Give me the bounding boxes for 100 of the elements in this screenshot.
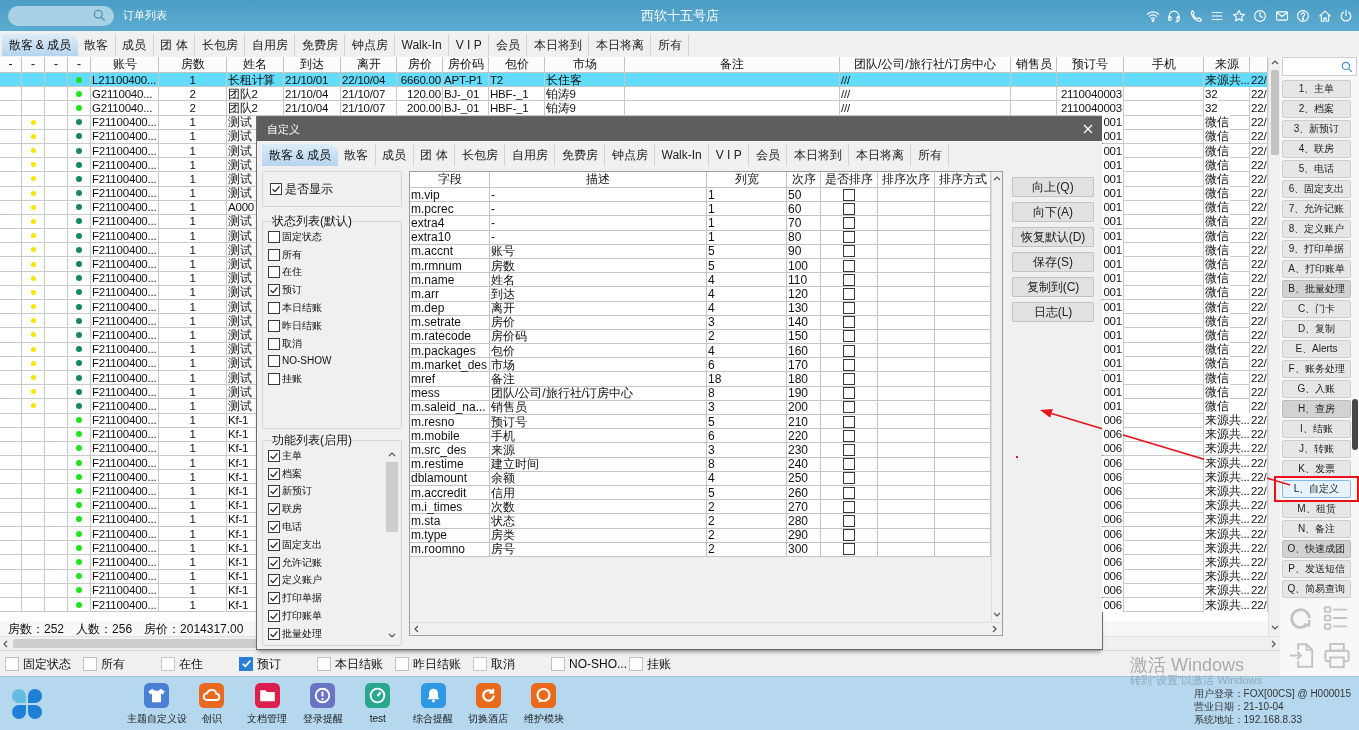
- tab[interactable]: V I P: [449, 34, 490, 56]
- tab[interactable]: 本日将到: [787, 144, 850, 166]
- function-button[interactable]: 6、固定支出: [1282, 180, 1351, 198]
- checkbox[interactable]: [843, 302, 855, 315]
- headset-icon[interactable]: [1167, 8, 1181, 23]
- tab[interactable]: 钟点房: [345, 34, 395, 56]
- column-header[interactable]: -: [68, 57, 91, 73]
- scroll-left-icon[interactable]: [2, 639, 10, 648]
- column-header[interactable]: 团队/公司/旅行社/订房中心: [840, 57, 1011, 73]
- checkbox[interactable]: [843, 529, 855, 542]
- scroll-up-icon[interactable]: [388, 451, 396, 459]
- tab[interactable]: Walk-In: [655, 144, 710, 166]
- tab[interactable]: 长包房: [455, 144, 505, 166]
- wifi-icon[interactable]: [1145, 8, 1160, 23]
- function-button[interactable]: F、账务处理: [1282, 360, 1351, 378]
- tab[interactable]: 团 体: [413, 144, 455, 166]
- dialog-button[interactable]: 保存(S): [1012, 252, 1094, 272]
- function-button[interactable]: I、结账: [1282, 420, 1351, 438]
- checkbox[interactable]: [268, 319, 280, 332]
- tab[interactable]: V I P: [709, 144, 750, 166]
- checkbox[interactable]: [843, 543, 855, 556]
- checkbox[interactable]: [843, 245, 855, 258]
- app-button[interactable]: 登录提醒: [294, 683, 351, 724]
- function-button[interactable]: L、自定义: [1282, 480, 1351, 498]
- checkbox[interactable]: [268, 248, 280, 261]
- checkbox[interactable]: [843, 415, 855, 428]
- tab[interactable]: 免费房: [555, 144, 605, 166]
- column-header[interactable]: 房价码: [443, 57, 489, 73]
- mail-icon[interactable]: [1274, 8, 1289, 23]
- tab[interactable]: 会员: [749, 144, 788, 166]
- column-header[interactable]: 预订号: [1057, 57, 1124, 73]
- function-button[interactable]: G、入账: [1282, 380, 1351, 398]
- tab[interactable]: 散客: [337, 144, 376, 166]
- checkbox[interactable]: [843, 401, 855, 414]
- function-button[interactable]: 1、主单: [1282, 80, 1351, 98]
- checkbox[interactable]: [843, 316, 855, 329]
- column-header[interactable]: -: [22, 57, 45, 73]
- column-header[interactable]: 排序次序: [878, 172, 935, 188]
- tab[interactable]: 自用房: [245, 34, 295, 56]
- checkbox[interactable]: [843, 472, 855, 485]
- column-header[interactable]: 列宽: [707, 172, 787, 188]
- tab[interactable]: 所有: [651, 34, 690, 56]
- function-button[interactable]: P、发送短信: [1282, 560, 1351, 578]
- function-button[interactable]: 7、允许记账: [1282, 200, 1351, 218]
- checkbox[interactable]: [843, 458, 855, 471]
- checkbox[interactable]: [843, 344, 855, 357]
- function-button[interactable]: 9、打印单据: [1282, 240, 1351, 258]
- app-button[interactable]: 切换酒店: [460, 683, 517, 724]
- checkbox[interactable]: [268, 467, 280, 480]
- table-row[interactable]: G2110040... 2 团队2 21/10/04 21/10/07 200.00 BJ-_01 HBF-_1 铂涛9 /// 2110040003 32 22/: [0, 101, 1268, 116]
- checkbox[interactable]: [239, 656, 253, 671]
- function-button[interactable]: C、门卡: [1282, 300, 1351, 318]
- app-button[interactable]: test: [350, 683, 406, 724]
- tab[interactable]: 散客 & 成员: [2, 34, 78, 56]
- checkbox[interactable]: [268, 230, 280, 243]
- checkbox[interactable]: [268, 521, 280, 534]
- clock-icon[interactable]: [1253, 8, 1267, 23]
- checkbox[interactable]: [843, 500, 855, 513]
- scroll-up-icon[interactable]: [993, 175, 1001, 183]
- tab[interactable]: 本日将离: [849, 144, 912, 166]
- checkbox[interactable]: [843, 330, 855, 343]
- app-button[interactable]: 综合提醒: [405, 683, 461, 724]
- scrollbar-thumb[interactable]: [1352, 399, 1358, 450]
- column-header[interactable]: 次序: [787, 172, 821, 188]
- column-header[interactable]: 字段: [410, 172, 490, 188]
- column-header[interactable]: 包价: [489, 57, 545, 73]
- checkbox[interactable]: [843, 231, 855, 244]
- checkbox[interactable]: [268, 538, 280, 551]
- function-button[interactable]: 4、联房: [1282, 140, 1351, 158]
- scrollbar-thumb[interactable]: [386, 462, 398, 532]
- checkbox[interactable]: [843, 358, 855, 371]
- checkbox[interactable]: [843, 259, 855, 272]
- checkbox[interactable]: [268, 284, 280, 297]
- scroll-up-icon[interactable]: [1270, 59, 1279, 67]
- column-header[interactable]: 是否排序: [821, 172, 878, 188]
- table-row[interactable]: L21100400... 1 长租计算 21/10/01 22/10/04 6660.00 APT-P1 T2 长住客 /// 来源共...22/: [0, 73, 1268, 88]
- column-header[interactable]: 备注: [625, 57, 840, 73]
- checkbox[interactable]: [843, 202, 855, 215]
- column-header[interactable]: 市场: [545, 57, 625, 73]
- tab[interactable]: 钟点房: [605, 144, 655, 166]
- star-icon[interactable]: [1231, 8, 1246, 23]
- scroll-left-icon[interactable]: [413, 625, 421, 633]
- checkbox[interactable]: [843, 514, 855, 527]
- scroll-right-icon[interactable]: [1270, 639, 1278, 648]
- tab[interactable]: 长包房: [195, 34, 245, 56]
- column-header[interactable]: 房价: [397, 57, 443, 73]
- app-button[interactable]: 主题自定义设: [129, 683, 185, 724]
- home-icon[interactable]: [1317, 8, 1332, 23]
- column-header[interactable]: 账号: [91, 57, 159, 73]
- checkbox[interactable]: [843, 373, 855, 386]
- tab[interactable]: Walk-In: [395, 34, 450, 56]
- column-header[interactable]: 房数: [159, 57, 227, 73]
- function-button[interactable]: N、备注: [1282, 520, 1351, 538]
- scroll-down-icon[interactable]: [993, 611, 1001, 619]
- function-button[interactable]: E、Alerts: [1282, 340, 1351, 358]
- tab[interactable]: 所有: [911, 144, 950, 166]
- search-field[interactable]: [1282, 57, 1357, 76]
- checkbox[interactable]: [268, 485, 280, 498]
- column-header[interactable]: 到达: [284, 57, 341, 73]
- function-button[interactable]: Q、简易查询: [1282, 580, 1351, 598]
